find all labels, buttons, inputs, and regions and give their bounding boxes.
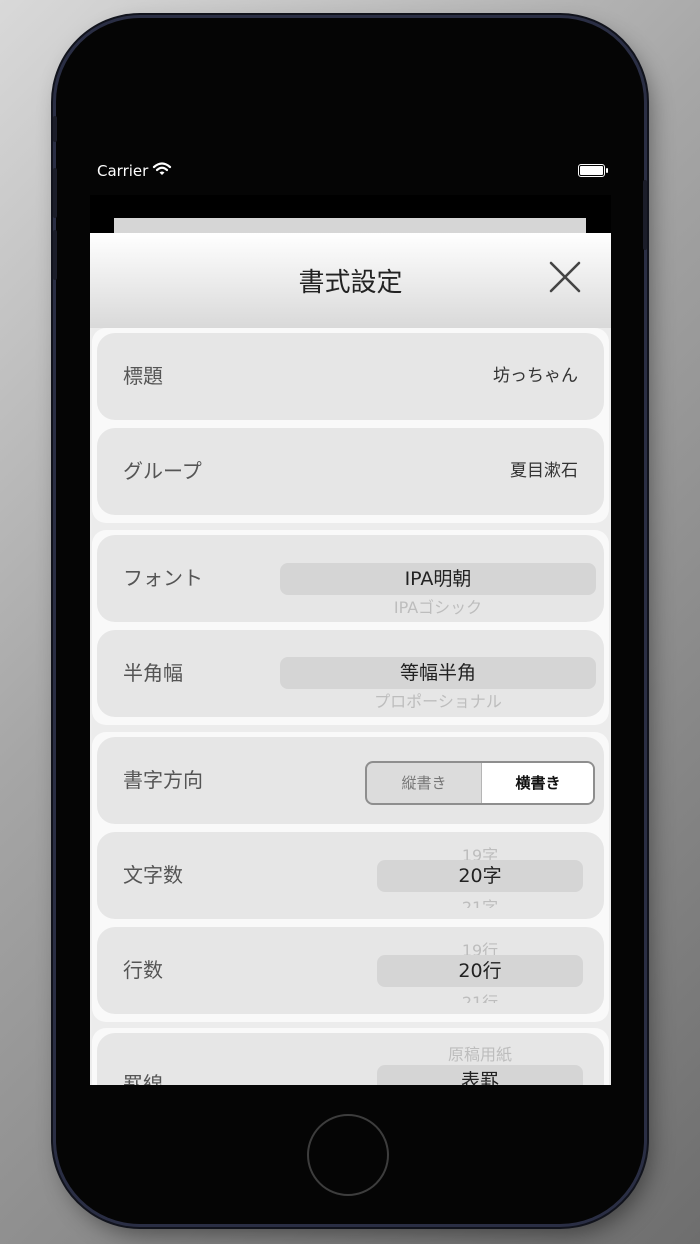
font-group: フォント IPA明朝 IPAゴシック 半角幅 等幅半角 プロポーショナル	[92, 530, 609, 725]
halfwidth-picker-next[interactable]: プロポーショナル	[280, 688, 596, 709]
lines-picker-next[interactable]: 21行	[377, 989, 583, 1003]
lines-picker-selected[interactable]: 20行	[377, 955, 583, 987]
lines-picker[interactable]: 19行 20行 21行	[377, 939, 583, 1003]
direction-segmented-control[interactable]: 縦書き 横書き	[365, 761, 595, 805]
direction-label: 書字方向	[123, 768, 203, 792]
close-icon	[549, 261, 581, 293]
volume-up-button	[53, 168, 57, 218]
title-value: 坊っちゃん	[493, 366, 578, 386]
vertical-writing-option[interactable]: 縦書き	[367, 763, 481, 803]
power-button	[643, 180, 647, 250]
ruled-picker-selected[interactable]: 表罫	[377, 1065, 583, 1085]
group-label: グループ	[123, 459, 202, 483]
chars-picker-selected[interactable]: 20字	[377, 860, 583, 892]
halfwidth-label: 半角幅	[123, 661, 183, 685]
volume-down-button	[53, 230, 57, 280]
horizontal-writing-option[interactable]: 横書き	[481, 763, 593, 803]
mute-switch	[53, 116, 57, 142]
halfwidth-row: 半角幅 等幅半角 プロポーショナル	[97, 630, 604, 717]
ruled-group: 罫線 原稿用紙 表罫	[92, 1028, 609, 1085]
chars-row: 文字数 19字 20字 21字	[97, 832, 604, 919]
close-button[interactable]	[547, 259, 583, 295]
group-row[interactable]: グループ 夏目漱石	[97, 428, 604, 515]
app-screen: 書式設定 標題 坊っちゃん グループ 夏目漱石 フォント IPA明朝 IPAゴシ…	[90, 195, 611, 1085]
layout-group: 書字方向 縦書き 横書き 文字数 19字 20字 21字 行数 19行 20行	[92, 732, 609, 1022]
carrier-label: Carrier	[97, 162, 149, 180]
wifi-icon	[152, 162, 172, 175]
title-row[interactable]: 標題 坊っちゃん	[97, 333, 604, 420]
font-row: フォント IPA明朝 IPAゴシック	[97, 535, 604, 622]
battery-icon	[578, 164, 608, 177]
chars-picker-next[interactable]: 21字	[377, 894, 583, 908]
direction-row: 書字方向 縦書き 横書き	[97, 737, 604, 824]
group-value: 夏目漱石	[510, 461, 578, 481]
info-group: 標題 坊っちゃん グループ 夏目漱石	[92, 328, 609, 523]
font-picker-selected[interactable]: IPA明朝	[280, 563, 596, 595]
title-label: 標題	[123, 364, 163, 388]
page-title: 書式設定	[298, 268, 403, 298]
halfwidth-picker[interactable]: 等幅半角 プロポーショナル	[280, 657, 596, 709]
ruled-label: 罫線	[123, 1072, 163, 1085]
lines-row: 行数 19行 20行 21行	[97, 927, 604, 1014]
home-button[interactable]	[307, 1114, 389, 1196]
ruled-picker-prev[interactable]: 原稿用紙	[377, 1041, 583, 1065]
font-picker-next[interactable]: IPAゴシック	[280, 594, 596, 615]
halfwidth-picker-selected[interactable]: 等幅半角	[280, 657, 596, 689]
status-bar: Carrier	[90, 158, 611, 184]
format-settings-sheet: 書式設定 標題 坊っちゃん グループ 夏目漱石 フォント IPA明朝 IPAゴシ…	[90, 233, 611, 1085]
lines-label: 行数	[123, 958, 163, 982]
sheet-header: 書式設定	[90, 233, 611, 328]
font-picker[interactable]: IPA明朝 IPAゴシック	[280, 563, 596, 615]
chars-label: 文字数	[123, 863, 183, 887]
chars-picker[interactable]: 19字 20字 21字	[377, 844, 583, 908]
font-label: フォント	[123, 566, 203, 590]
ruled-row: 罫線 原稿用紙 表罫	[97, 1033, 604, 1085]
ruled-picker[interactable]: 原稿用紙 表罫	[377, 1041, 583, 1085]
